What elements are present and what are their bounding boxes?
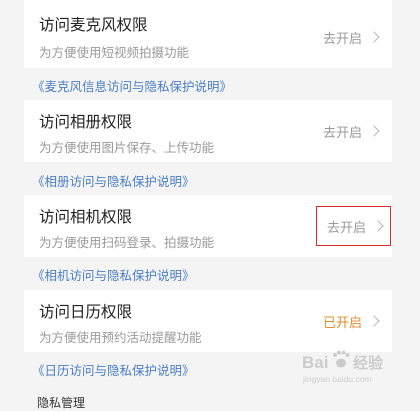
permission-card-microphone[interactable]: 访问麦克风权限 为方便使用短视频拍摄功能 去开启 [24, 0, 392, 68]
permission-status-label: 去开启 [322, 125, 362, 141]
watermark-brand-2: 经验 [353, 354, 384, 372]
chevron-right-icon [368, 125, 380, 137]
permission-description: 为方便使用扫码登录、拍摄功能 [39, 235, 215, 250]
permission-status-label: 已开启 [322, 315, 362, 331]
chevron-right-icon [372, 220, 384, 232]
privacy-notice-link-camera[interactable]: 《相机访问与隐私保护说明》 [32, 265, 195, 284]
privacy-notice-link-microphone[interactable]: 《麦克风信息访问与隐私保护说明》 [32, 76, 232, 95]
permission-card-calendar[interactable]: 访问日历权限 为方便使用预约活动提醒功能 已开启 [24, 290, 392, 352]
permission-title: 访问麦克风权限 [39, 16, 148, 34]
chevron-right-icon [368, 31, 380, 43]
permission-title: 访问日历权限 [39, 303, 133, 321]
watermark-domain: jingyan.baidu.com [302, 374, 372, 384]
privacy-notice-link-album[interactable]: 《相册访问与隐私保护说明》 [32, 171, 195, 190]
enable-permission-button[interactable]: 去开启 [323, 26, 380, 48]
permission-description: 为方便使用短视频拍摄功能 [39, 45, 190, 60]
permission-enabled-button[interactable]: 已开启 [323, 310, 380, 332]
watermark-brand: Bai [302, 353, 328, 372]
permission-description: 为方便使用图片保存、上传功能 [39, 140, 215, 155]
permission-card-camera[interactable]: 访问相机权限 为方便使用扫码登录、拍摄功能 去开启 [24, 195, 392, 257]
permission-settings-page: 访问麦克风权限 为方便使用短视频拍摄功能 去开启 《麦克风信息访问与隐私保护说明… [0, 0, 420, 410]
permission-card-album[interactable]: 访问相册权限 为方便使用图片保存、上传功能 去开启 [24, 100, 392, 162]
enable-permission-button[interactable]: 去开启 [323, 120, 380, 142]
permission-description: 为方便使用预约活动提醒功能 [39, 330, 202, 345]
permission-title: 访问相册权限 [39, 113, 133, 131]
permission-title: 访问相机权限 [39, 208, 133, 226]
chevron-right-icon [368, 315, 380, 327]
privacy-notice-link-calendar[interactable]: 《日历访问与隐私保护说明》 [32, 360, 195, 379]
enable-permission-button[interactable]: 去开启 [315, 206, 392, 246]
paw-icon [333, 350, 350, 368]
section-title-privacy-management: 隐私管理 [37, 396, 86, 410]
baidu-jingyan-watermark: Bai 经验 jingyan.baidu.com [302, 350, 384, 384]
permission-status-label: 去开启 [322, 31, 362, 47]
permission-status-label: 去开启 [326, 220, 366, 236]
